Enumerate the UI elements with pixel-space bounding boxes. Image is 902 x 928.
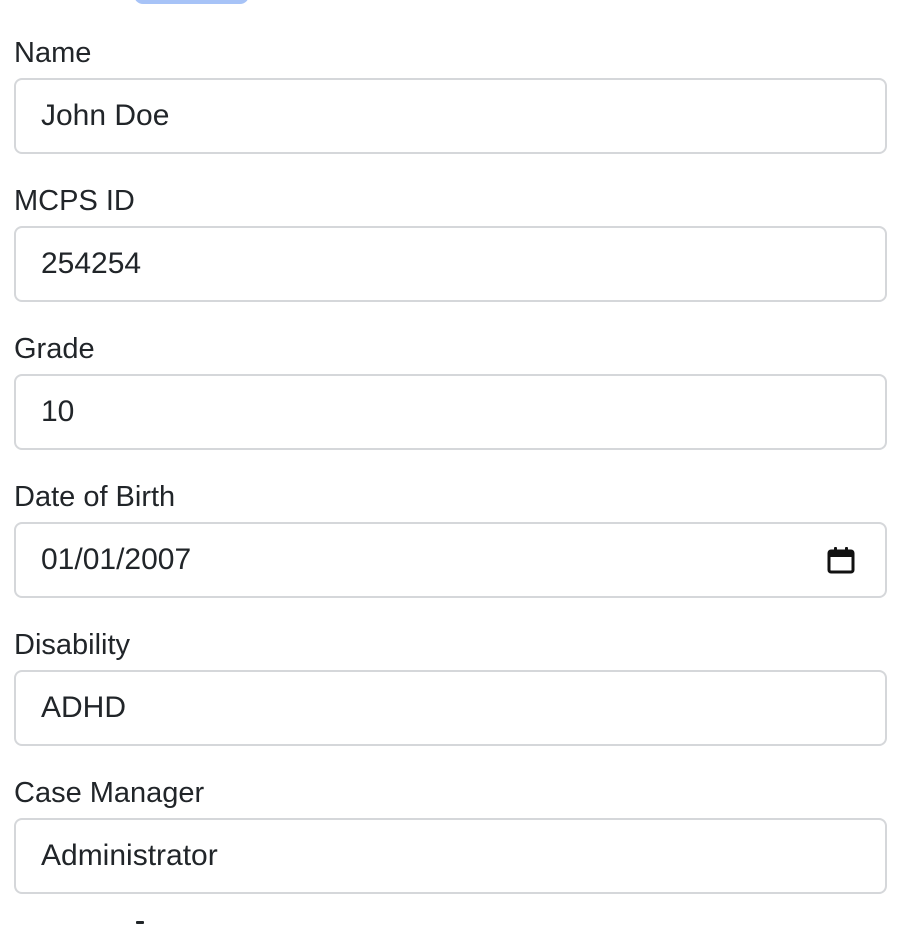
disability-label: Disability (14, 629, 131, 661)
date-of-birth-label: Date of Birth (14, 481, 176, 513)
name-input[interactable]: John Doe (14, 78, 887, 154)
date-of-birth-field-group: Date of Birth 01/01/2007 (14, 480, 887, 598)
grade-label: Grade (14, 333, 95, 365)
mcps-id-label: MCPS ID (14, 185, 135, 217)
grade-field-group: Grade 10 (14, 332, 887, 450)
mcps-id-field-group: MCPS ID 254254 (14, 184, 887, 302)
case-manager-input[interactable]: Administrator (14, 818, 887, 894)
date-of-birth-input-value: 01/01/2007 (41, 543, 192, 576)
mcps-id-input[interactable]: 254254 (14, 226, 887, 302)
grade-input-value: 10 (41, 395, 75, 428)
name-label: Name (14, 37, 92, 69)
case-manager-input-value: Administrator (41, 839, 218, 872)
grade-input[interactable]: 10 (14, 374, 887, 450)
disability-input-value: ADHD (41, 691, 127, 724)
mcps-id-input-value: 254254 (41, 247, 142, 280)
disability-input[interactable]: ADHD (14, 670, 887, 746)
date-of-birth-input[interactable]: 01/01/2007 (14, 522, 887, 598)
cropped-text-fragment (136, 921, 144, 924)
case-manager-field-group: Case Manager Administrator (14, 776, 887, 894)
name-field-group: Name John Doe (14, 36, 887, 154)
name-input-value: John Doe (41, 99, 170, 132)
disability-field-group: Disability ADHD (14, 628, 887, 746)
top-button-fragment[interactable] (134, 0, 249, 4)
student-form-page: Name John Doe MCPS ID 254254 Grade 10 Da… (0, 0, 902, 928)
case-manager-label: Case Manager (14, 777, 205, 809)
calendar-icon[interactable] (827, 545, 855, 575)
